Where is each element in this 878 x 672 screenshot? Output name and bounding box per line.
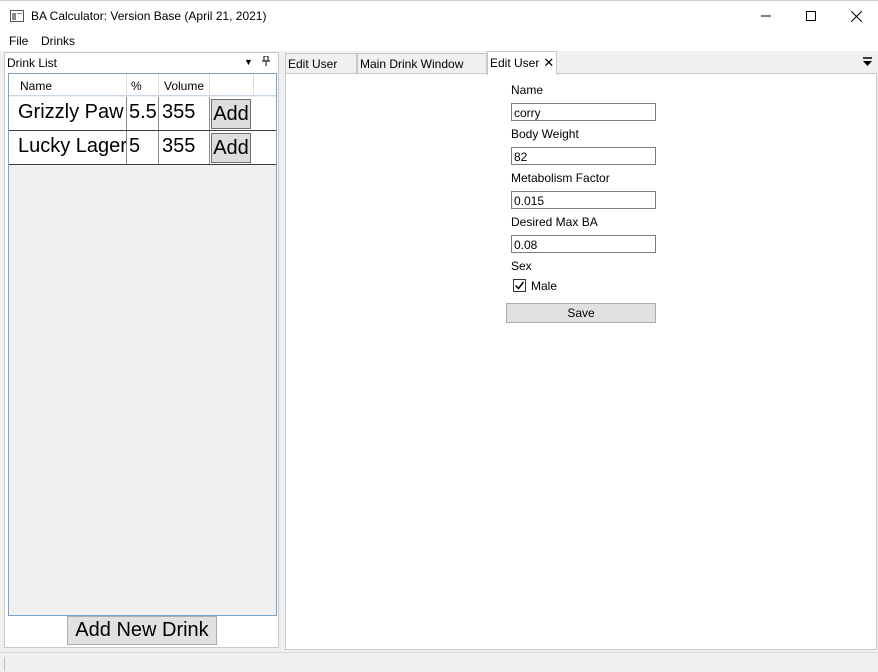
name-field[interactable]: corry	[511, 103, 656, 121]
drink-list-pane: Drink List ▼ Name % Volume Grizzly Paw 5…	[4, 52, 279, 648]
overflow-shape	[863, 57, 872, 66]
male-checkbox[interactable]	[513, 279, 526, 292]
add-drink-button[interactable]: Add	[211, 133, 251, 163]
tab-main-drink-window[interactable]: Main Drink Window	[357, 53, 487, 73]
pin-icon[interactable]	[262, 55, 270, 69]
tab-label: Main Drink Window	[360, 57, 464, 71]
close-icon[interactable]: ✕	[543, 55, 554, 70]
column-header-volume[interactable]: Volume	[159, 74, 210, 96]
maximize-icon	[806, 11, 816, 21]
checkmark-icon	[514, 281, 525, 290]
menu-drinks[interactable]: Drinks	[41, 34, 75, 48]
sex-label: Sex	[511, 259, 532, 273]
drink-name-cell[interactable]: Grizzly Paw	[9, 97, 127, 130]
minimize-button[interactable]	[743, 1, 789, 31]
body-weight-field[interactable]: 82	[511, 147, 656, 165]
pin-shape	[262, 55, 270, 66]
maximize-button[interactable]	[788, 1, 834, 31]
drink-grid: Name % Volume Grizzly Paw 5.5 355 Add Lu…	[8, 73, 277, 616]
metabolism-factor-label: Metabolism Factor	[511, 171, 610, 185]
desired-max-ba-label: Desired Max BA	[511, 215, 598, 229]
tab-overflow-icon[interactable]	[863, 57, 872, 69]
window-title: BA Calculator: Version Base (April 21, 2…	[31, 9, 267, 23]
status-bar	[0, 652, 878, 672]
column-header-action	[210, 74, 254, 96]
metabolism-factor-field[interactable]: 0.015	[511, 191, 656, 209]
drink-name-cell[interactable]: Lucky Lager	[9, 131, 127, 164]
drink-percent-cell[interactable]: 5.5	[127, 97, 159, 130]
tab-label: Edit User	[490, 56, 540, 70]
drink-volume-cell[interactable]: 355	[159, 131, 210, 164]
body-weight-label: Body Weight	[511, 127, 579, 141]
menu-file[interactable]: File	[9, 34, 28, 48]
app-icon	[10, 10, 24, 22]
drink-percent-cell[interactable]: 5	[127, 131, 159, 164]
title-bar: BA Calculator: Version Base (April 21, 2…	[0, 0, 878, 31]
minimize-icon	[761, 15, 771, 17]
drink-volume-cell[interactable]: 355	[159, 97, 210, 130]
tab-edit-user[interactable]: Edit User	[285, 53, 357, 73]
add-new-drink-button[interactable]: Add New Drink	[67, 616, 217, 645]
close-icon	[850, 10, 862, 22]
column-header-name[interactable]: Name	[9, 74, 127, 96]
add-drink-button[interactable]: Add	[211, 99, 251, 129]
app-window: BA Calculator: Version Base (April 21, 2…	[0, 0, 878, 672]
edit-user-panel: Name corry Body Weight 82 Metabolism Fac…	[285, 73, 877, 650]
desired-max-ba-field[interactable]: 0.08	[511, 235, 656, 253]
status-grip	[4, 657, 10, 671]
save-button[interactable]: Save	[506, 303, 656, 323]
column-header-percent[interactable]: %	[127, 74, 159, 96]
name-label: Name	[511, 83, 544, 97]
tab-label: Edit User	[288, 57, 338, 71]
chevron-down-icon[interactable]: ▼	[244, 57, 253, 67]
table-row[interactable]: Grizzly Paw 5.5 355 Add	[9, 97, 276, 131]
close-button[interactable]	[833, 1, 878, 31]
table-row[interactable]: Lucky Lager 5 355 Add	[9, 131, 276, 165]
pane-header: Drink List ▼	[5, 53, 278, 72]
grid-header: Name % Volume	[9, 74, 276, 96]
pane-title: Drink List	[7, 56, 58, 70]
menu-bar: File Drinks	[0, 31, 878, 51]
male-label[interactable]: Male	[531, 279, 557, 293]
tab-edit-user-active[interactable]: Edit User ✕	[487, 51, 557, 75]
